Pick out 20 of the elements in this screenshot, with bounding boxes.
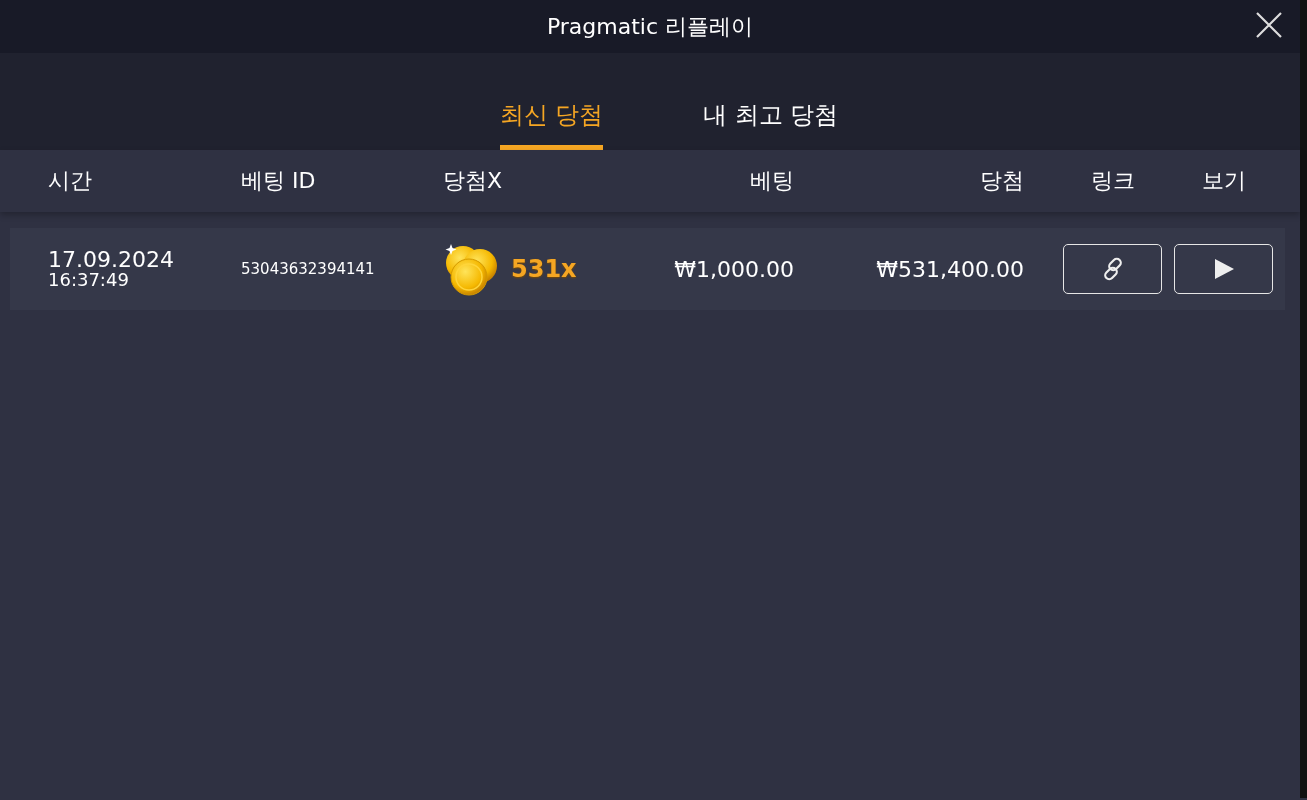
multiplier-text: 531x xyxy=(511,255,577,283)
coins-icon xyxy=(443,242,499,296)
play-button[interactable] xyxy=(1174,244,1273,294)
window-title: Pragmatic 리플레이 xyxy=(546,12,754,41)
bet-id: 53043632394141 xyxy=(241,260,376,278)
column-header: 시간 xyxy=(48,167,93,195)
column-header: 베팅 xyxy=(749,167,794,195)
link-button[interactable] xyxy=(1063,244,1162,294)
column-header: 당첨X xyxy=(443,167,504,195)
column-header: 보기 xyxy=(1200,167,1247,195)
bet-amount: ₩1,000.00 xyxy=(673,256,794,282)
tab[interactable]: 내 최고 당첨 xyxy=(703,53,839,150)
close-icon[interactable] xyxy=(1254,10,1284,40)
column-header: 당첨 xyxy=(979,167,1024,195)
column-header: 베팅 ID xyxy=(241,167,317,195)
win-amount: ₩531,400.00 xyxy=(875,256,1024,282)
time-text: 16:37:49 xyxy=(48,271,130,289)
play-icon xyxy=(1212,258,1235,280)
date-text: 17.09.2024 xyxy=(48,249,175,271)
column-header: 링크 xyxy=(1089,167,1136,195)
